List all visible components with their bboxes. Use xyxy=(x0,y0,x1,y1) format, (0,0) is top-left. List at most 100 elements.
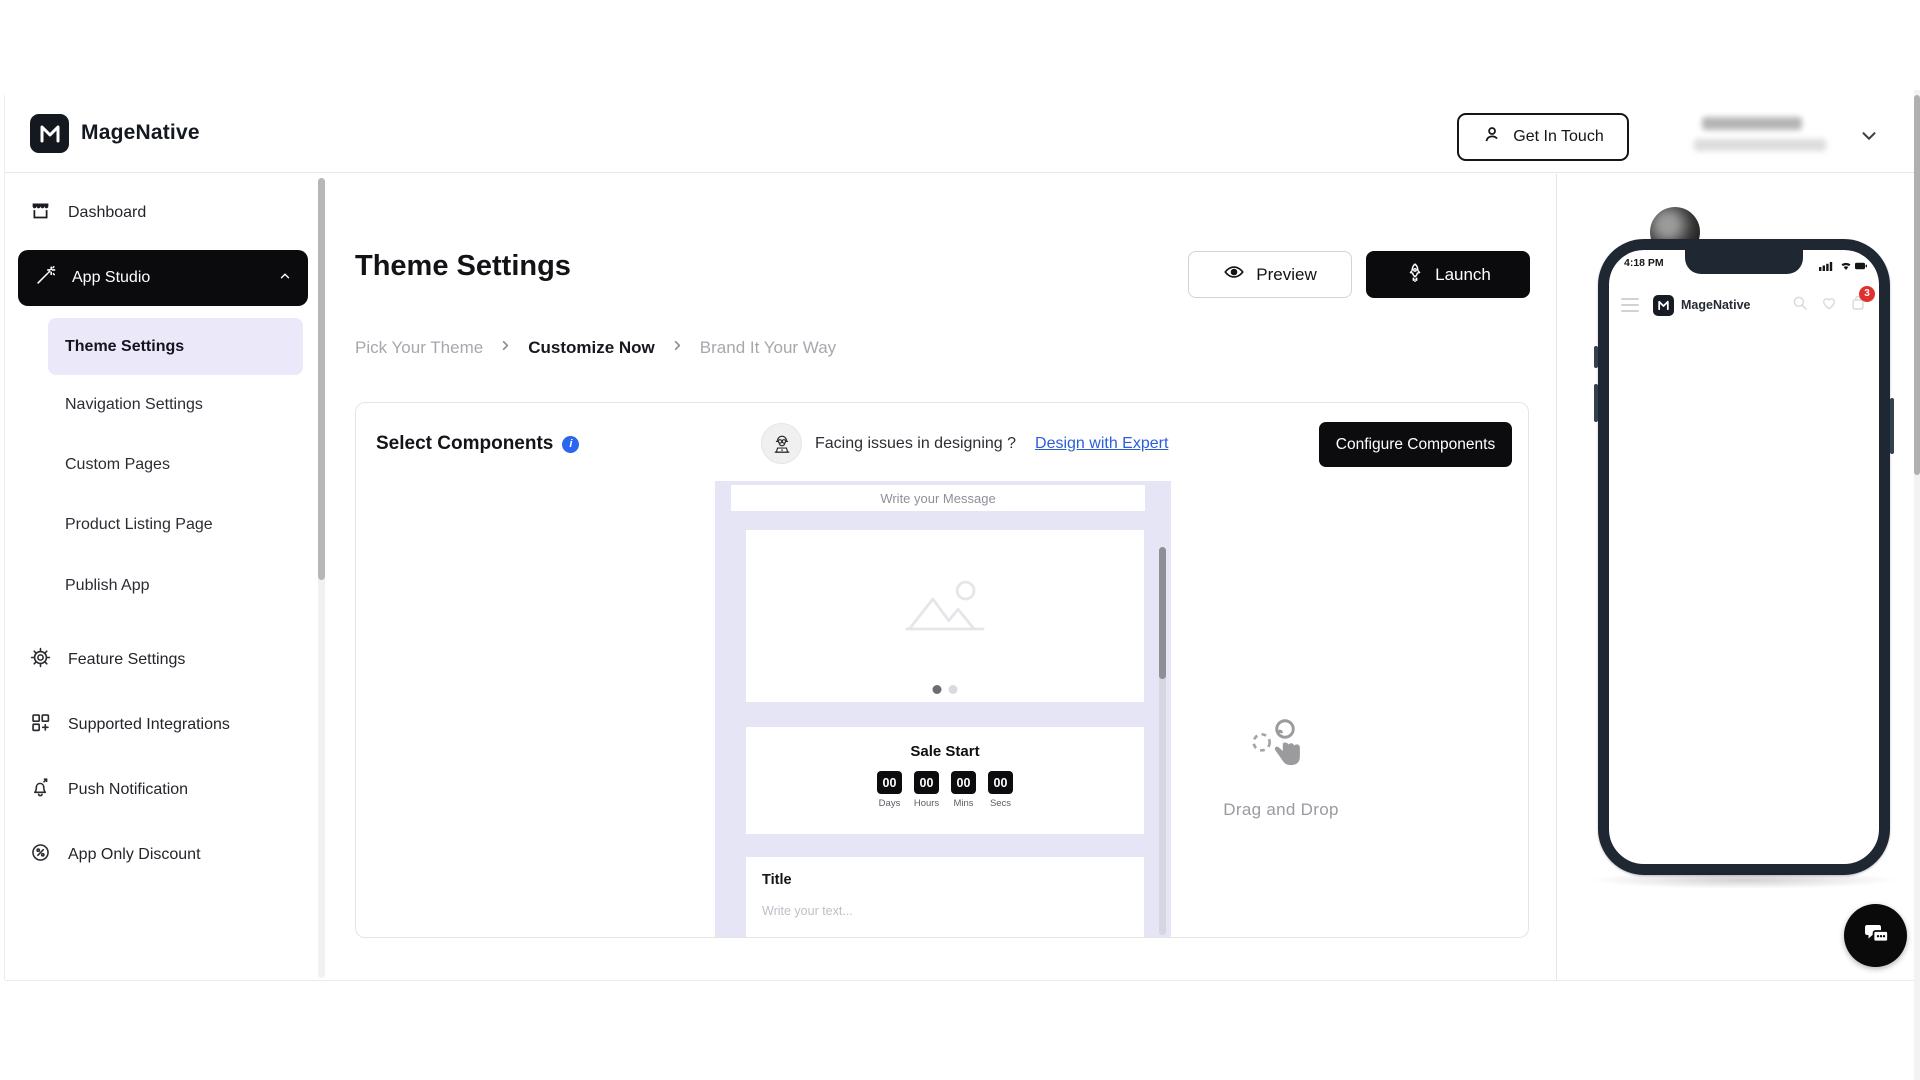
drag-and-drop-label: Drag and Drop xyxy=(1184,800,1378,820)
image-placeholder-icon xyxy=(899,577,991,642)
panel-title-label: Select Components xyxy=(376,433,553,455)
info-icon[interactable]: i xyxy=(562,436,579,453)
sidebar-item-product-listing-page[interactable]: Product Listing Page xyxy=(48,505,303,545)
sidebar-item-label: Push Notification xyxy=(68,781,188,799)
phone-brand-name: MageNative xyxy=(1681,298,1750,312)
preview-label: Preview xyxy=(1256,265,1316,285)
theme-preview-canvas[interactable]: Write your Message Sale Start 00 Days 00 H… xyxy=(715,481,1171,938)
panel-title: Select Components i xyxy=(376,433,579,455)
sidebar-item-label: Product Listing Page xyxy=(65,516,213,534)
sidebar-item-label: Navigation Settings xyxy=(65,396,203,414)
app-bottom-border xyxy=(5,980,1920,981)
designer-avatar-icon xyxy=(761,423,802,464)
sidebar-item-navigation-settings[interactable]: Navigation Settings xyxy=(48,385,303,425)
user-name-redacted xyxy=(1702,117,1802,130)
sidebar-item-label: App Only Discount xyxy=(68,846,201,864)
countdown-component[interactable]: Sale Start 00Days 00Hours 00Mins 00Secs xyxy=(746,727,1144,834)
countdown-hours-label: Hours xyxy=(913,798,940,809)
browser-scrollbar[interactable] xyxy=(1914,90,1920,1080)
phone-notch xyxy=(1685,250,1803,274)
preview-scrollbar-thumb[interactable] xyxy=(1159,547,1166,679)
browser-scrollbar-thumb[interactable] xyxy=(1914,95,1920,475)
app-preview-phone: 4:18 PM MageNative 3 xyxy=(1598,239,1890,875)
phone-brand-logo-icon xyxy=(1653,295,1674,316)
sidebar-item-label: Custom Pages xyxy=(65,456,170,474)
search-icon[interactable] xyxy=(1791,294,1809,317)
chevron-down-icon[interactable] xyxy=(1858,125,1880,152)
phone-status-time: 4:18 PM xyxy=(1624,257,1664,269)
chevron-up-icon xyxy=(278,269,292,288)
gear-icon xyxy=(30,647,51,673)
page-title: Theme Settings xyxy=(355,250,571,283)
drag-hand-icon xyxy=(1249,768,1313,785)
preview-scrollbar[interactable] xyxy=(1159,547,1166,935)
countdown-hours-value: 00 xyxy=(914,771,939,794)
countdown-days-value: 00 xyxy=(877,771,902,794)
content-divider xyxy=(1556,174,1557,980)
launch-label: Launch xyxy=(1435,265,1491,285)
banner-carousel-component[interactable] xyxy=(746,530,1144,702)
sidebar-item-dashboard[interactable]: Dashboard xyxy=(5,193,318,233)
top-header: MageNative Get In Touch xyxy=(5,95,1920,173)
sidebar-item-app-studio[interactable]: App Studio xyxy=(18,250,308,306)
sidebar-item-label: Theme Settings xyxy=(65,338,184,356)
countdown-days-label: Days xyxy=(876,798,903,809)
announcement-bar-component[interactable]: Write your Message xyxy=(731,485,1145,511)
grid-plus-icon xyxy=(30,712,51,738)
user-store-redacted xyxy=(1694,139,1826,151)
text-block-component[interactable]: Title Write your text... xyxy=(746,857,1144,938)
brand-name: MageNative xyxy=(81,121,200,145)
storefront-icon xyxy=(30,200,51,226)
sidebar-scrollbar-thumb[interactable] xyxy=(318,178,325,580)
sidebar-scrollbar[interactable] xyxy=(318,178,325,978)
sidebar-item-label: App Studio xyxy=(72,269,150,287)
select-components-panel: Select Components i Facing issues in des… xyxy=(355,402,1529,938)
sidebar-item-feature-settings[interactable]: Feature Settings xyxy=(5,640,318,680)
design-with-expert-link[interactable]: Design with Expert xyxy=(1035,435,1168,453)
phone-button xyxy=(1594,384,1598,422)
rocket-icon xyxy=(1405,262,1425,287)
hamburger-icon[interactable] xyxy=(1621,298,1639,313)
breadcrumb-brand-it-your-way[interactable]: Brand It Your Way xyxy=(700,338,836,358)
magenative-app: MageNative Get In Touch Dashboard App St… xyxy=(0,0,1920,1080)
phone-app-bar: MageNative 3 xyxy=(1621,288,1867,322)
sidebar-item-app-only-discount[interactable]: App Only Discount xyxy=(5,835,318,875)
countdown-mins-value: 00 xyxy=(951,771,976,794)
sidebar-item-supported-integrations[interactable]: Supported Integrations xyxy=(5,705,318,745)
design-help: Facing issues in designing ? Design with… xyxy=(761,423,1168,464)
breadcrumb: Pick Your Theme Customize Now Brand It Y… xyxy=(355,338,836,358)
breadcrumb-customize-now[interactable]: Customize Now xyxy=(528,338,655,358)
sidebar-item-theme-settings[interactable]: Theme Settings xyxy=(48,318,303,375)
carousel-dot-active[interactable] xyxy=(933,685,942,694)
drag-and-drop-zone[interactable]: Drag and Drop xyxy=(1184,717,1378,820)
breadcrumb-pick-your-theme[interactable]: Pick Your Theme xyxy=(355,338,483,358)
countdown-timer: 00Days 00Hours 00Mins 00Secs xyxy=(746,771,1144,809)
preview-button[interactable]: Preview xyxy=(1188,251,1352,298)
sidebar-item-label: Publish App xyxy=(65,577,150,595)
sale-title: Sale Start xyxy=(746,743,1144,760)
brand-logo-icon xyxy=(30,114,69,153)
sidebar-item-label: Supported Integrations xyxy=(68,716,230,734)
sidebar-item-push-notification[interactable]: Push Notification xyxy=(5,770,318,810)
magic-wand-icon xyxy=(35,265,56,291)
text-block-title: Title xyxy=(762,872,792,888)
phone-button xyxy=(1890,398,1894,454)
chevron-right-icon xyxy=(670,338,685,358)
carousel-dot[interactable] xyxy=(949,685,958,694)
countdown-secs-label: Secs xyxy=(987,798,1014,809)
countdown-mins-label: Mins xyxy=(950,798,977,809)
bag-icon[interactable]: 3 xyxy=(1849,294,1867,317)
percent-icon xyxy=(30,842,51,868)
phone-shadow xyxy=(1588,871,1900,889)
phone-status-icons xyxy=(1819,259,1867,277)
sidebar-item-publish-app[interactable]: Publish App xyxy=(48,566,303,606)
get-in-touch-button[interactable]: Get In Touch xyxy=(1457,113,1629,161)
sidebar-item-custom-pages[interactable]: Custom Pages xyxy=(48,445,303,485)
configure-components-button[interactable]: Configure Components xyxy=(1319,422,1512,467)
launch-button[interactable]: Launch xyxy=(1366,251,1530,298)
design-help-text: Facing issues in designing ? xyxy=(815,435,1016,453)
chat-widget-button[interactable] xyxy=(1844,904,1907,967)
heart-icon[interactable] xyxy=(1820,294,1838,317)
chat-icon xyxy=(1860,918,1892,953)
person-icon xyxy=(1482,124,1503,150)
